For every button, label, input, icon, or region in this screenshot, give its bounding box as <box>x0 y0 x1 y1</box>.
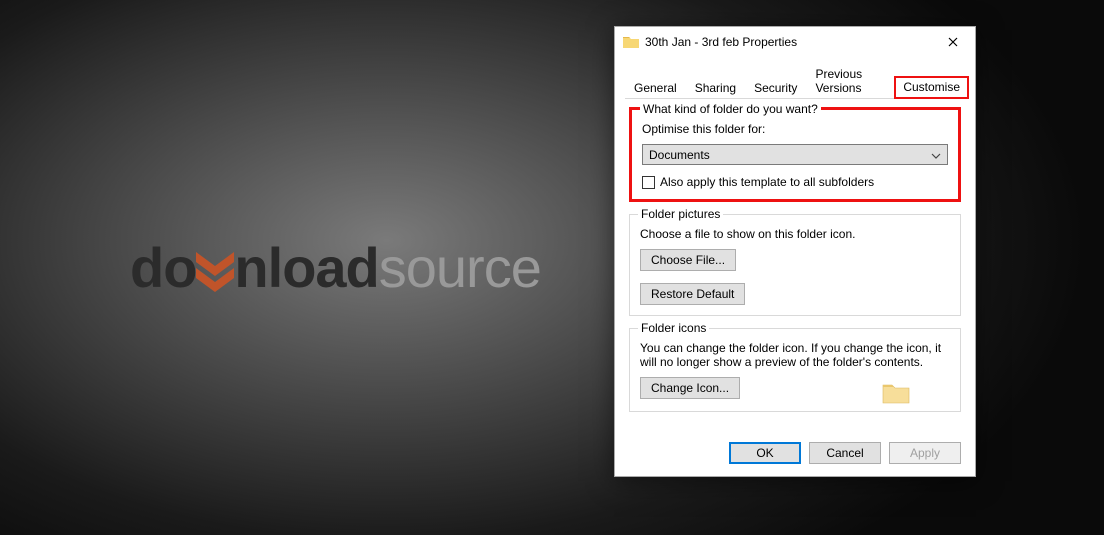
folder-icon-preview <box>882 381 910 405</box>
dialog-body: What kind of folder do you want? Optimis… <box>615 99 975 434</box>
choose-file-button[interactable]: Choose File... <box>640 249 736 271</box>
group-folder-icons: Folder icons You can change the folder i… <box>629 328 961 412</box>
subfolders-checkbox[interactable] <box>642 176 655 189</box>
optimise-label: Optimise this folder for: <box>642 122 948 136</box>
tab-sharing[interactable]: Sharing <box>686 77 745 99</box>
optimise-select-value: Documents <box>649 148 710 162</box>
tab-bar: General Sharing Security Previous Versio… <box>615 57 975 99</box>
group-folder-pictures: Folder pictures Choose a file to show on… <box>629 214 961 316</box>
group-folder-kind: What kind of folder do you want? Optimis… <box>629 107 961 202</box>
logo-text-1: do <box>130 235 196 300</box>
tab-security[interactable]: Security <box>745 77 806 99</box>
chevron-down-icon <box>931 148 941 162</box>
group-icons-legend: Folder icons <box>638 321 709 335</box>
group-pictures-legend: Folder pictures <box>638 207 723 221</box>
window-title: 30th Jan - 3rd feb Properties <box>645 35 933 49</box>
logo-chevron-icon <box>194 250 236 294</box>
properties-dialog: 30th Jan - 3rd feb Properties General Sh… <box>614 26 976 477</box>
icons-text: You can change the folder icon. If you c… <box>640 341 950 369</box>
ok-button[interactable]: OK <box>729 442 801 464</box>
tab-customise[interactable]: Customise <box>894 76 969 99</box>
logo-text-2: nload <box>234 235 378 300</box>
dialog-footer: OK Cancel Apply <box>615 434 975 476</box>
brand-logo: do nload source <box>130 235 541 300</box>
group-kind-legend: What kind of folder do you want? <box>640 102 821 116</box>
cancel-button[interactable]: Cancel <box>809 442 881 464</box>
apply-button: Apply <box>889 442 961 464</box>
restore-default-button[interactable]: Restore Default <box>640 283 745 305</box>
logo-text-3: source <box>379 235 541 300</box>
tab-previous-versions[interactable]: Previous Versions <box>806 63 894 99</box>
tab-general[interactable]: General <box>625 77 686 99</box>
subfolders-checkbox-row[interactable]: Also apply this template to all subfolde… <box>642 175 948 189</box>
close-icon <box>948 37 958 47</box>
titlebar[interactable]: 30th Jan - 3rd feb Properties <box>615 27 975 57</box>
close-button[interactable] <box>933 28 973 56</box>
subfolders-checkbox-label: Also apply this template to all subfolde… <box>660 175 874 189</box>
folder-icon <box>623 35 639 49</box>
change-icon-button[interactable]: Change Icon... <box>640 377 740 399</box>
pictures-text: Choose a file to show on this folder ico… <box>640 227 950 241</box>
optimise-select[interactable]: Documents <box>642 144 948 165</box>
